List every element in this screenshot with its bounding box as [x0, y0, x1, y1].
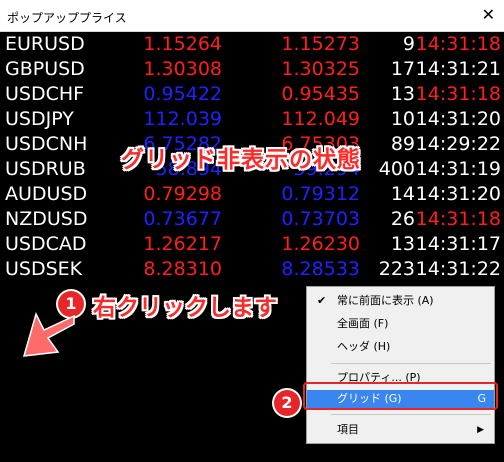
rate-row[interactable]: NZDUSD 0.73677 0.73703 26 14:31:18	[0, 207, 504, 232]
tick-count: 14	[390, 183, 415, 205]
update-time: 14:29:22	[415, 133, 501, 155]
symbol: USDCHF	[5, 83, 85, 105]
ask-price: 0.95435	[281, 83, 360, 105]
submenu-arrow-icon: ▶	[477, 425, 484, 435]
symbol: GBPUSD	[5, 58, 85, 80]
window-title: ポップアッププライス	[7, 11, 127, 25]
update-time: 14:31:22	[415, 258, 501, 280]
menu-item-label: 常に前面に表示 (A)	[337, 294, 434, 307]
tick-count: 17	[390, 58, 415, 80]
tick-count: 9	[402, 33, 415, 55]
menu-item-label: 全画面 (F)	[337, 317, 389, 330]
update-time: 14:31:17	[415, 233, 501, 255]
update-time: 14:31:18	[415, 33, 501, 55]
menu-item-label: 項目	[337, 423, 359, 436]
symbol: AUDUSD	[5, 183, 88, 205]
step-1-instruction: 右クリックします	[93, 295, 277, 321]
symbol: EURUSD	[5, 33, 85, 55]
rate-row[interactable]: EURUSD 1.15264 1.15273 9 14:31:18	[0, 32, 504, 57]
menu-item-columns[interactable]: 項目 ▶	[307, 421, 494, 439]
bid-price: 1.30308	[143, 58, 222, 80]
close-icon[interactable]: ✕	[482, 6, 495, 24]
update-time: 14:31:20	[415, 108, 501, 130]
menu-divider	[331, 363, 491, 364]
ask-price: 0.73703	[281, 208, 360, 230]
rate-row[interactable]: USDJPY 112.039 112.049 10 14:31:20	[0, 107, 504, 132]
rate-row[interactable]: USDCAD 1.26217 1.26230 13 14:31:17	[0, 232, 504, 257]
menu-item-fullscreen[interactable]: 全画面 (F)	[307, 315, 494, 333]
symbol: USDJPY	[5, 108, 74, 130]
rate-row[interactable]: AUDUSD 0.79298 0.79312 14 14:31:20	[0, 182, 504, 207]
tick-count: 10	[390, 108, 415, 130]
update-time: 14:31:18	[415, 83, 501, 105]
symbol: USDSEK	[5, 258, 83, 280]
tick-count: 26	[390, 208, 415, 230]
bid-price: 1.26217	[143, 233, 222, 255]
rate-row[interactable]: GBPUSD 1.30308 1.30325 17 14:31:21	[0, 57, 504, 82]
step-2-badge: 2	[274, 390, 300, 416]
symbol: USDRUB	[5, 158, 86, 180]
update-time: 14:31:20	[415, 183, 501, 205]
ask-price: 1.15273	[281, 33, 360, 55]
rate-row[interactable]: USDCHF 0.95422 0.95435 13 14:31:18	[0, 82, 504, 107]
grid-highlight-frame	[303, 382, 498, 410]
ask-price: 0.79312	[281, 183, 360, 205]
tick-count: 13	[390, 83, 415, 105]
menu-item-header[interactable]: ヘッダ (H)	[307, 338, 494, 356]
pointer-arrow-icon	[22, 311, 75, 357]
bid-price: 112.039	[143, 108, 222, 130]
ask-price: 1.30325	[281, 58, 360, 80]
bid-price: 0.95422	[143, 83, 222, 105]
title-bar: ポップアッププライス ✕	[0, 0, 504, 32]
tick-count: 89	[390, 133, 415, 155]
grid-hidden-caption: グリッド非表示の状態	[121, 147, 361, 173]
context-menu: ✔ 常に前面に表示 (A) 全画面 (F) ヘッダ (H) プロパティ... (…	[306, 286, 495, 444]
symbol: USDCAD	[5, 233, 87, 255]
menu-divider	[331, 414, 491, 415]
ask-price: 112.049	[281, 108, 360, 130]
bid-price: 1.15264	[143, 33, 222, 55]
update-time: 14:31:21	[415, 58, 501, 80]
update-time: 14:31:18	[415, 208, 501, 230]
bid-price: 8.28310	[143, 258, 222, 280]
menu-item-always-on-top[interactable]: ✔ 常に前面に表示 (A)	[307, 292, 494, 310]
bid-price: 0.73677	[143, 208, 222, 230]
ask-price: 1.26230	[281, 233, 360, 255]
symbol: USDCNH	[5, 133, 88, 155]
menu-item-label: ヘッダ (H)	[337, 340, 391, 353]
rate-row[interactable]: USDSEK 8.28310 8.28533 223 14:31:22	[0, 257, 504, 282]
ask-price: 8.28533	[281, 258, 360, 280]
symbol: NZDUSD	[5, 208, 88, 230]
update-time: 14:31:19	[415, 158, 501, 180]
check-icon: ✔	[317, 294, 327, 307]
tick-count: 13	[390, 233, 415, 255]
bid-price: 0.79298	[143, 183, 222, 205]
tick-count: 400	[378, 158, 415, 180]
tick-count: 223	[378, 258, 415, 280]
